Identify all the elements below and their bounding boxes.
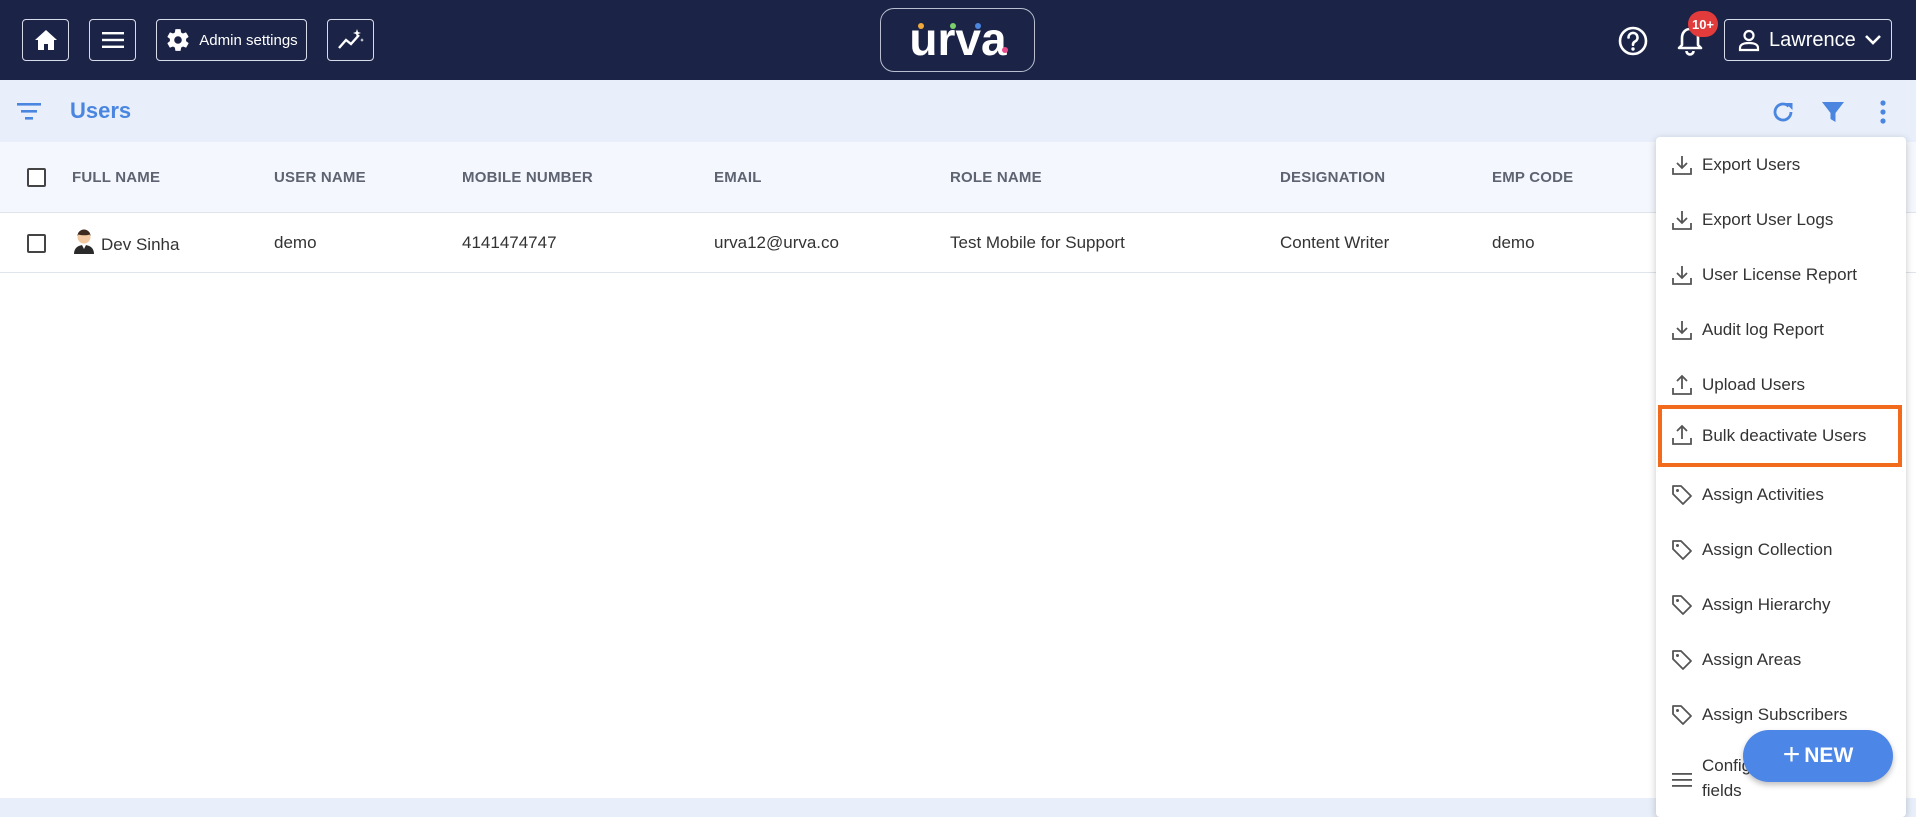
new-button-label: NEW (1804, 744, 1854, 767)
menu-item-export-user-logs[interactable]: Export User Logs (1656, 192, 1906, 247)
menu-item-assign-hierarchy[interactable]: Assign Hierarchy (1656, 577, 1906, 632)
hamburger-icon (101, 32, 124, 48)
gear-icon (167, 29, 189, 51)
download-icon (1672, 156, 1692, 175)
table-header: FULL NAME USER NAME MOBILE NUMBER EMAIL … (0, 142, 1916, 213)
row-checkbox[interactable] (27, 234, 46, 253)
download-icon (1672, 211, 1692, 230)
cell-designation: Content Writer (1280, 233, 1390, 252)
menu-item-export-users[interactable]: Export Users (1656, 137, 1906, 192)
urva-logo[interactable]: urva (880, 8, 1035, 72)
menu-item-label: Assign Activities (1702, 484, 1824, 504)
tag-icon (1672, 705, 1692, 725)
menu-item-label: Assign Collection (1702, 539, 1833, 559)
help-icon[interactable] (1617, 25, 1649, 57)
column-header-full-name[interactable]: FULL NAME (72, 169, 160, 186)
menu-item-assign-activities[interactable]: Assign Activities (1656, 467, 1906, 522)
menu-item-label: Assign Areas (1702, 649, 1802, 669)
footer-strip (0, 798, 1916, 817)
menu-item-label-line2: fields (1702, 781, 1742, 800)
more-vertical-icon[interactable] (1870, 99, 1896, 125)
menu-item-assign-areas[interactable]: Assign Areas (1656, 632, 1906, 687)
avatar (74, 229, 94, 254)
menu-item-label: Bulk deactivate Users (1702, 426, 1867, 445)
urva-logo-mark: urva (909, 17, 1008, 63)
page-title: Users (70, 98, 132, 123)
user-icon (1738, 29, 1760, 52)
admin-settings-label: Admin settings (199, 31, 298, 49)
cell-full-name[interactable]: Dev Sinha (101, 235, 179, 255)
admin-settings-button[interactable]: Admin settings (156, 19, 307, 61)
plus-icon: + (1782, 738, 1801, 771)
menu-item-label: Audit log Report (1702, 319, 1824, 339)
tag-icon (1672, 485, 1692, 505)
tag-icon (1672, 650, 1692, 670)
download-icon (1672, 266, 1692, 285)
tag-icon (1672, 540, 1692, 560)
cell-emp-code: demo (1492, 233, 1535, 252)
cell-user-name: demo (274, 233, 317, 252)
user-menu-button[interactable]: Lawrence (1724, 19, 1892, 61)
cell-role-name: Test Mobile for Support (950, 233, 1125, 252)
select-all-checkbox[interactable] (27, 168, 46, 187)
cell-email: urva12@urva.co (714, 233, 839, 252)
menu-item-bulk-deactivate-users[interactable]: Bulk deactivate Users (1658, 405, 1902, 467)
refresh-icon[interactable] (1770, 99, 1796, 125)
menu-item-label: Upload Users (1702, 374, 1805, 394)
home-icon (34, 30, 57, 50)
user-name: Lawrence (1769, 28, 1856, 51)
column-header-user-name[interactable]: USER NAME (274, 169, 366, 186)
menu-item-assign-collection[interactable]: Assign Collection (1656, 522, 1906, 577)
table-row[interactable]: Dev Sinha demo 4141474747 urva12@urva.co… (0, 213, 1916, 273)
column-header-emp-code[interactable]: EMP CODE (1492, 169, 1573, 186)
column-header-role-name[interactable]: ROLE NAME (950, 169, 1042, 186)
svg-text:urva: urva (909, 17, 1007, 63)
menu-item-user-license-report[interactable]: User License Report (1656, 247, 1906, 302)
chevron-down-icon (1864, 35, 1881, 45)
home-button[interactable] (22, 19, 69, 61)
top-navbar: Admin settings urva 10+ Lawrence (0, 0, 1916, 80)
menu-item-upload-users[interactable]: Upload Users (1656, 357, 1906, 412)
list-icon (1672, 773, 1692, 787)
cell-mobile-number: 4141474747 (462, 233, 557, 252)
upload-icon (1672, 424, 1692, 445)
filter-list-icon[interactable] (16, 100, 42, 122)
column-header-designation[interactable]: DESIGNATION (1280, 169, 1385, 186)
sparkle-chart-icon (337, 29, 364, 49)
more-actions-menu: Export Users Export User Logs User Licen… (1656, 137, 1906, 817)
menu-item-label: Export User Logs (1702, 209, 1834, 229)
funnel-filter-icon[interactable] (1820, 99, 1846, 125)
menu-item-audit-log-report[interactable]: Audit log Report (1656, 302, 1906, 357)
page-toolbar: Users (0, 80, 1916, 142)
new-button[interactable]: + NEW (1743, 730, 1893, 782)
notification-badge: 10+ (1688, 11, 1718, 37)
insights-button[interactable] (327, 19, 374, 61)
main-menu-button[interactable] (89, 19, 136, 61)
column-header-email[interactable]: EMAIL (714, 169, 762, 186)
menu-item-label: Assign Subscribers (1702, 704, 1848, 724)
upload-icon (1672, 374, 1692, 395)
column-header-mobile-number[interactable]: MOBILE NUMBER (462, 169, 593, 186)
tag-icon (1672, 595, 1692, 615)
menu-item-label: Export Users (1702, 154, 1801, 174)
menu-item-label: Assign Hierarchy (1702, 594, 1831, 614)
download-icon (1672, 321, 1692, 340)
menu-item-label: User License Report (1702, 264, 1857, 284)
